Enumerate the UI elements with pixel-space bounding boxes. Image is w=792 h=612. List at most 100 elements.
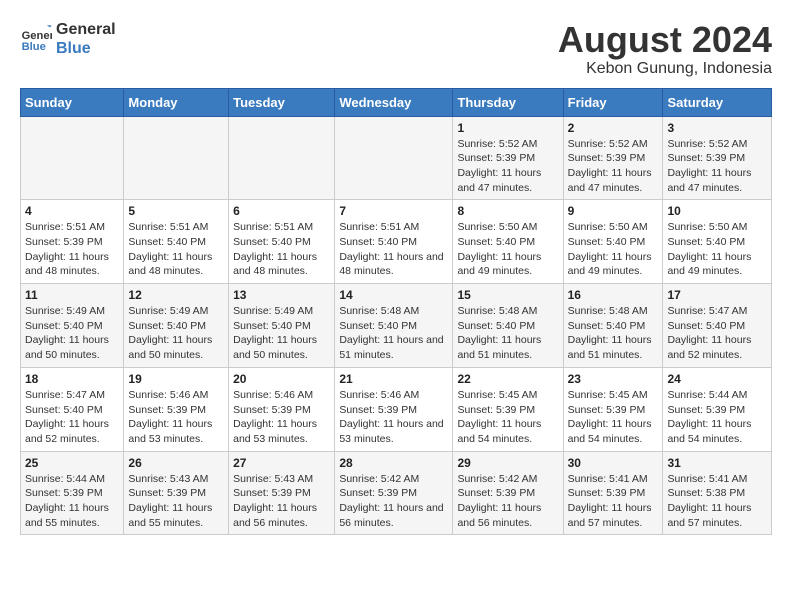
day-header-friday: Friday [563, 88, 663, 116]
day-number: 24 [667, 372, 767, 386]
calendar-cell [21, 116, 124, 200]
svg-text:Blue: Blue [22, 41, 46, 53]
day-info: Sunrise: 5:45 AM [457, 388, 558, 403]
day-number: 12 [128, 288, 224, 302]
day-info: Sunrise: 5:52 AM [667, 137, 767, 152]
day-number: 27 [233, 456, 330, 470]
day-info: Sunset: 5:39 PM [457, 151, 558, 166]
day-header-monday: Monday [124, 88, 229, 116]
calendar-cell: 6Sunrise: 5:51 AMSunset: 5:40 PMDaylight… [229, 200, 335, 284]
day-header-wednesday: Wednesday [335, 88, 453, 116]
day-info: Sunset: 5:40 PM [339, 319, 448, 334]
day-info: Daylight: 11 hours and 55 minutes. [25, 501, 119, 530]
day-info: Sunrise: 5:48 AM [568, 304, 659, 319]
logo-line1: General [56, 20, 116, 39]
day-info: Sunset: 5:39 PM [339, 486, 448, 501]
day-info: Daylight: 11 hours and 48 minutes. [128, 250, 224, 279]
day-info: Daylight: 11 hours and 47 minutes. [568, 166, 659, 195]
day-number: 14 [339, 288, 448, 302]
svg-text:General: General [22, 30, 52, 42]
day-info: Sunrise: 5:49 AM [233, 304, 330, 319]
calendar-cell: 9Sunrise: 5:50 AMSunset: 5:40 PMDaylight… [563, 200, 663, 284]
week-row-2: 4Sunrise: 5:51 AMSunset: 5:39 PMDaylight… [21, 200, 772, 284]
day-info: Sunrise: 5:47 AM [25, 388, 119, 403]
day-info: Sunset: 5:39 PM [667, 403, 767, 418]
day-info: Sunset: 5:39 PM [339, 403, 448, 418]
day-info: Sunrise: 5:49 AM [128, 304, 224, 319]
day-info: Daylight: 11 hours and 50 minutes. [233, 333, 330, 362]
day-header-thursday: Thursday [453, 88, 563, 116]
calendar-cell: 15Sunrise: 5:48 AMSunset: 5:40 PMDayligh… [453, 284, 563, 368]
day-info: Daylight: 11 hours and 48 minutes. [25, 250, 119, 279]
calendar-cell: 5Sunrise: 5:51 AMSunset: 5:40 PMDaylight… [124, 200, 229, 284]
day-info: Sunrise: 5:46 AM [339, 388, 448, 403]
day-header-sunday: Sunday [21, 88, 124, 116]
day-info: Sunrise: 5:48 AM [457, 304, 558, 319]
calendar-cell: 28Sunrise: 5:42 AMSunset: 5:39 PMDayligh… [335, 451, 453, 535]
day-info: Daylight: 11 hours and 50 minutes. [128, 333, 224, 362]
day-info: Sunset: 5:39 PM [25, 235, 119, 250]
day-info: Daylight: 11 hours and 54 minutes. [667, 417, 767, 446]
header: General Blue General Blue August 2024 Ke… [20, 20, 772, 78]
day-number: 20 [233, 372, 330, 386]
day-number: 11 [25, 288, 119, 302]
day-info: Daylight: 11 hours and 47 minutes. [457, 166, 558, 195]
logo: General Blue General Blue [20, 20, 116, 58]
day-header-saturday: Saturday [663, 88, 772, 116]
day-number: 19 [128, 372, 224, 386]
day-info: Daylight: 11 hours and 53 minutes. [233, 417, 330, 446]
day-info: Sunset: 5:39 PM [568, 486, 659, 501]
calendar-cell: 29Sunrise: 5:42 AMSunset: 5:39 PMDayligh… [453, 451, 563, 535]
day-info: Sunset: 5:39 PM [25, 486, 119, 501]
day-info: Sunset: 5:38 PM [667, 486, 767, 501]
day-info: Sunset: 5:40 PM [233, 319, 330, 334]
day-info: Sunset: 5:39 PM [233, 486, 330, 501]
day-number: 22 [457, 372, 558, 386]
day-info: Sunrise: 5:43 AM [128, 472, 224, 487]
calendar-cell [335, 116, 453, 200]
calendar-cell: 4Sunrise: 5:51 AMSunset: 5:39 PMDaylight… [21, 200, 124, 284]
day-info: Sunset: 5:39 PM [568, 151, 659, 166]
day-info: Sunrise: 5:48 AM [339, 304, 448, 319]
calendar-cell: 7Sunrise: 5:51 AMSunset: 5:40 PMDaylight… [335, 200, 453, 284]
day-info: Sunset: 5:39 PM [128, 403, 224, 418]
day-info: Daylight: 11 hours and 47 minutes. [667, 166, 767, 195]
calendar-cell: 8Sunrise: 5:50 AMSunset: 5:40 PMDaylight… [453, 200, 563, 284]
calendar-cell: 14Sunrise: 5:48 AMSunset: 5:40 PMDayligh… [335, 284, 453, 368]
calendar-cell: 18Sunrise: 5:47 AMSunset: 5:40 PMDayligh… [21, 367, 124, 451]
day-info: Sunrise: 5:51 AM [339, 220, 448, 235]
day-info: Sunrise: 5:52 AM [457, 137, 558, 152]
calendar-cell: 2Sunrise: 5:52 AMSunset: 5:39 PMDaylight… [563, 116, 663, 200]
day-number: 2 [568, 121, 659, 135]
day-info: Daylight: 11 hours and 56 minutes. [339, 501, 448, 530]
day-info: Daylight: 11 hours and 54 minutes. [457, 417, 558, 446]
calendar-cell: 11Sunrise: 5:49 AMSunset: 5:40 PMDayligh… [21, 284, 124, 368]
calendar-cell: 17Sunrise: 5:47 AMSunset: 5:40 PMDayligh… [663, 284, 772, 368]
calendar-cell: 30Sunrise: 5:41 AMSunset: 5:39 PMDayligh… [563, 451, 663, 535]
calendar-cell: 19Sunrise: 5:46 AMSunset: 5:39 PMDayligh… [124, 367, 229, 451]
day-info: Sunrise: 5:51 AM [25, 220, 119, 235]
day-info: Sunrise: 5:45 AM [568, 388, 659, 403]
day-info: Sunset: 5:39 PM [233, 403, 330, 418]
main-title: August 2024 [558, 20, 772, 60]
calendar-cell: 10Sunrise: 5:50 AMSunset: 5:40 PMDayligh… [663, 200, 772, 284]
day-info: Daylight: 11 hours and 57 minutes. [667, 501, 767, 530]
week-row-4: 18Sunrise: 5:47 AMSunset: 5:40 PMDayligh… [21, 367, 772, 451]
day-info: Daylight: 11 hours and 50 minutes. [25, 333, 119, 362]
day-info: Daylight: 11 hours and 49 minutes. [457, 250, 558, 279]
day-info: Daylight: 11 hours and 52 minutes. [25, 417, 119, 446]
day-number: 21 [339, 372, 448, 386]
day-number: 30 [568, 456, 659, 470]
day-info: Daylight: 11 hours and 53 minutes. [128, 417, 224, 446]
day-number: 15 [457, 288, 558, 302]
day-header-tuesday: Tuesday [229, 88, 335, 116]
day-info: Daylight: 11 hours and 56 minutes. [457, 501, 558, 530]
day-number: 9 [568, 204, 659, 218]
calendar-cell: 20Sunrise: 5:46 AMSunset: 5:39 PMDayligh… [229, 367, 335, 451]
calendar-table: SundayMondayTuesdayWednesdayThursdayFrid… [20, 88, 772, 536]
day-info: Sunset: 5:40 PM [457, 319, 558, 334]
day-number: 13 [233, 288, 330, 302]
day-number: 16 [568, 288, 659, 302]
day-info: Sunset: 5:40 PM [128, 319, 224, 334]
day-number: 23 [568, 372, 659, 386]
